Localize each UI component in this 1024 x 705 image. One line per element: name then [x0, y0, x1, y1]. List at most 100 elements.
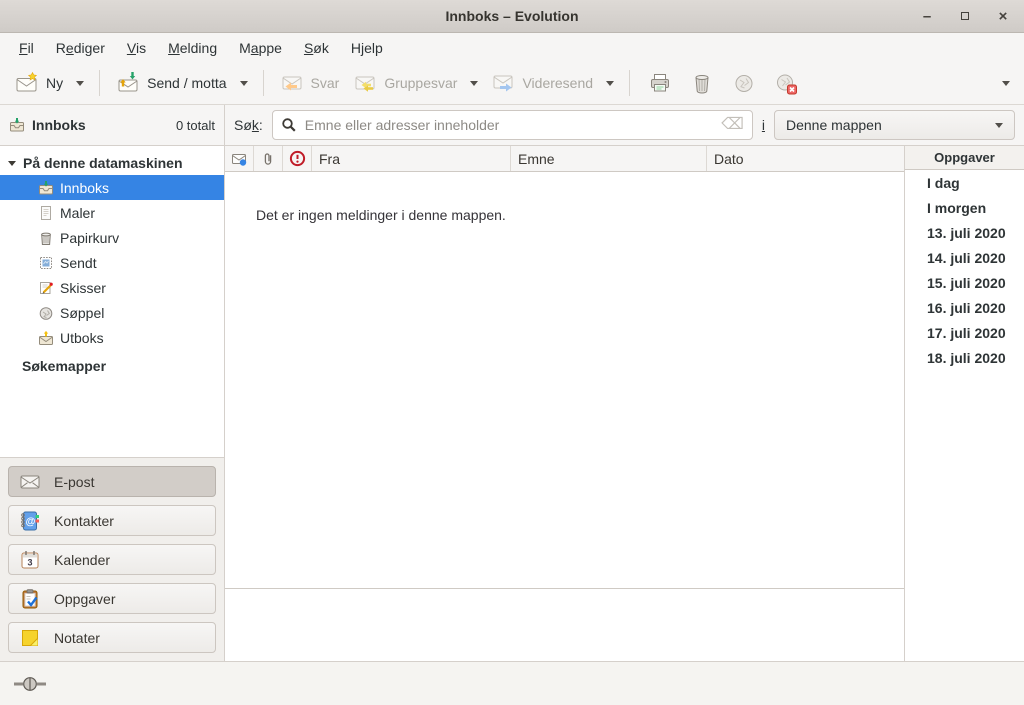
tree-root-on-this-computer[interactable]: På denne datamaskinen	[0, 151, 224, 175]
menu-sok[interactable]: Søk	[293, 36, 340, 60]
menu-label-part: elp	[364, 40, 383, 56]
folder-header: Innboks 0 totalt	[0, 105, 225, 145]
inbox-icon	[9, 117, 25, 133]
tasks-panel-title: Oppgaver	[934, 150, 995, 165]
forward-button[interactable]: Videresend	[484, 66, 600, 100]
sidebar-item-label: Søppel	[60, 305, 104, 321]
sidebar-item-label: Maler	[60, 205, 95, 221]
column-attachment[interactable]	[254, 146, 283, 171]
new-message-dropdown-icon[interactable]	[76, 81, 84, 86]
search-label: Søk:	[234, 117, 263, 133]
sent-icon	[38, 255, 54, 271]
maximize-button[interactable]	[954, 5, 976, 27]
switcher-label: Kontakter	[54, 513, 114, 529]
column-subject[interactable]: Emne	[511, 146, 707, 171]
sidebar-item-papirkurv[interactable]: Papirkurv	[0, 225, 224, 250]
column-priority[interactable]	[283, 146, 312, 171]
switcher-calendar-button[interactable]: 3 Kalender	[8, 544, 216, 575]
task-group-date[interactable]: 16. juli 2020	[905, 295, 1024, 320]
sidebar-item-soppel[interactable]: Søppel	[0, 300, 224, 325]
reply-icon	[280, 71, 304, 95]
sidebar-item-sendt[interactable]: Sendt	[0, 250, 224, 275]
spam-icon	[38, 305, 54, 321]
view-switcher: E-post @ Kontakter 3 Kalender Oppgaver	[0, 457, 224, 661]
message-list-body[interactable]: Det er ingen meldinger i denne mappen.	[225, 172, 904, 588]
task-group-label: I dag	[927, 175, 960, 191]
tasks-panel-header[interactable]: Oppgaver	[905, 146, 1024, 170]
search-area: Søk: ⌫ i Denne mappen	[225, 105, 1024, 145]
folder-sidebar: På denne datamaskinen Innboks Maler Papi…	[0, 146, 225, 661]
switcher-mail-button[interactable]: E-post	[8, 466, 216, 497]
column-read-status[interactable]	[225, 146, 254, 171]
switcher-tasks-button[interactable]: Oppgaver	[8, 583, 216, 614]
menu-mappe[interactable]: Mappe	[228, 36, 293, 60]
task-group-label: 17. juli 2020	[927, 325, 1006, 341]
delete-button[interactable]	[681, 66, 723, 100]
toolbar-overflow-icon[interactable]	[1002, 81, 1010, 86]
switcher-contacts-button[interactable]: @ Kontakter	[8, 505, 216, 536]
reply-button[interactable]: Svar	[273, 66, 347, 100]
task-group-date[interactable]: 15. juli 2020	[905, 270, 1024, 295]
menu-label-part: M	[239, 40, 251, 56]
search-label-part: k	[252, 117, 259, 133]
not-junk-button[interactable]	[765, 66, 807, 100]
menu-fil[interactable]: Fil	[8, 36, 45, 60]
folder-tree: På denne datamaskinen Innboks Maler Papi…	[0, 146, 224, 457]
task-group-tomorrow[interactable]: I morgen	[905, 195, 1024, 220]
menu-hjelp[interactable]: Hjelp	[340, 36, 394, 60]
maximize-icon	[961, 12, 969, 20]
svg-text:@: @	[26, 516, 36, 527]
new-message-button[interactable]: Ny	[8, 66, 70, 100]
expander-icon[interactable]	[8, 161, 16, 166]
task-group-date[interactable]: 13. juli 2020	[905, 220, 1024, 245]
sidebar-item-utboks[interactable]: Utboks	[0, 325, 224, 350]
print-icon	[648, 71, 672, 95]
clear-search-icon[interactable]: ⌫	[721, 117, 744, 133]
menu-label-part: R	[56, 40, 66, 56]
statusbar	[0, 661, 1024, 705]
toolbar-separator	[629, 70, 630, 96]
sidebar-item-skisser[interactable]: Skisser	[0, 275, 224, 300]
message-list-header: Fra Emne Dato	[225, 146, 904, 172]
tree-root-search-folders[interactable]: Søkemapper	[0, 350, 224, 378]
switcher-memos-button[interactable]: Notater	[8, 622, 216, 653]
task-group-date[interactable]: 17. juli 2020	[905, 320, 1024, 345]
search-scope-dropdown[interactable]: Denne mappen	[774, 110, 1015, 140]
window-controls: – ×	[916, 0, 1014, 32]
toolbar-separator	[263, 70, 264, 96]
online-status-icon[interactable]	[13, 676, 47, 692]
column-date[interactable]: Dato	[707, 146, 904, 171]
minimize-button[interactable]: –	[916, 5, 938, 27]
new-message-label: Ny	[46, 75, 63, 91]
print-button[interactable]	[639, 66, 681, 100]
titlebar: Innboks – Evolution – ×	[0, 0, 1024, 33]
message-list-pane: Fra Emne Dato Det er ingen meldinger i d…	[225, 146, 905, 661]
sidebar-item-maler[interactable]: Maler	[0, 200, 224, 225]
search-icon	[281, 117, 297, 133]
menu-label-part: øk	[313, 40, 329, 56]
menu-rediger[interactable]: Rediger	[45, 36, 116, 60]
task-group-date[interactable]: 18. juli 2020	[905, 345, 1024, 370]
group-reply-dropdown-icon[interactable]	[470, 81, 478, 86]
menu-vis[interactable]: Vis	[116, 36, 157, 60]
forward-label: Videresend	[522, 75, 593, 91]
junk-button[interactable]	[723, 66, 765, 100]
preview-pane	[225, 588, 904, 661]
sidebar-item-innboks[interactable]: Innboks	[0, 175, 224, 200]
task-group-today[interactable]: I dag	[905, 170, 1024, 195]
group-reply-button[interactable]: Gruppesvar	[346, 66, 464, 100]
menu-label-part: M	[168, 40, 180, 56]
close-button[interactable]: ×	[992, 5, 1014, 27]
column-from[interactable]: Fra	[312, 146, 511, 171]
search-entry[interactable]: ⌫	[272, 110, 753, 140]
send-receive-button[interactable]: Send / motta	[109, 66, 233, 100]
search-input[interactable]	[305, 117, 713, 133]
junk-icon	[732, 71, 756, 95]
outbox-icon	[38, 330, 54, 346]
send-receive-dropdown-icon[interactable]	[240, 81, 248, 86]
new-mail-icon	[15, 71, 39, 95]
menu-melding[interactable]: Melding	[157, 36, 228, 60]
task-group-date[interactable]: 14. juli 2020	[905, 245, 1024, 270]
forward-dropdown-icon[interactable]	[606, 81, 614, 86]
menu-label-part: a	[251, 40, 259, 56]
